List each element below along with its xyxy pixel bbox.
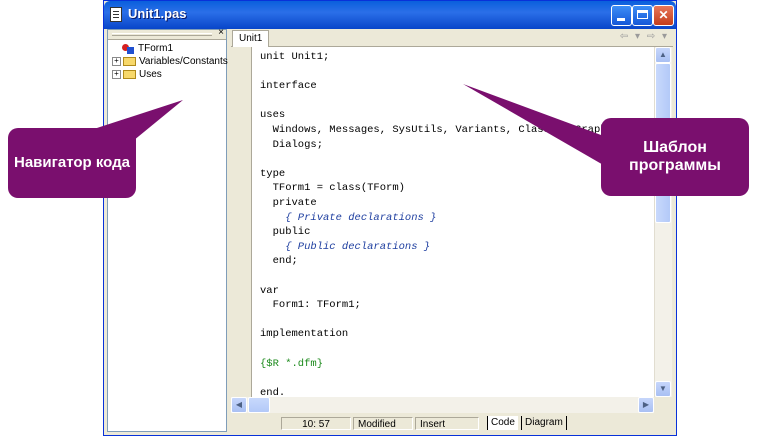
- callout-pointers: [60, 84, 620, 170]
- callout-program-template: Шаблон программы: [601, 118, 749, 196]
- right-callout-pointer: [463, 84, 620, 170]
- callout-code-navigator: Навигатор кода: [8, 128, 136, 198]
